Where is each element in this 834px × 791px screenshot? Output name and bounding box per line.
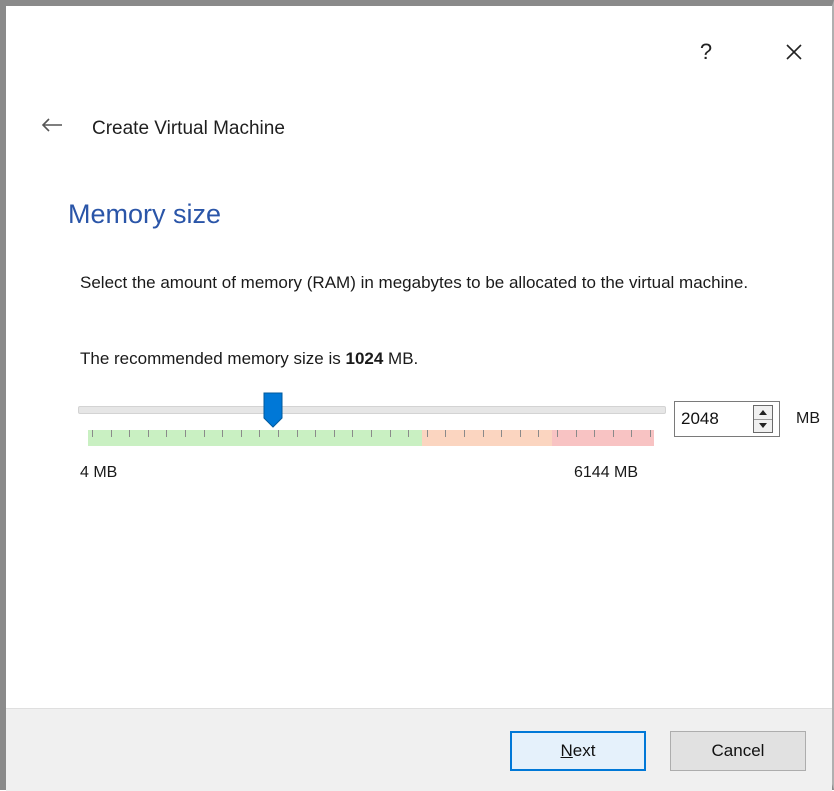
spin-down-button[interactable] [754, 418, 772, 433]
slider-tick [538, 430, 539, 437]
arrow-left-icon [41, 118, 62, 132]
slider-tick [613, 430, 614, 437]
recommended-value: 1024 [345, 349, 384, 368]
slider-tick [371, 430, 372, 437]
description-text: Select the amount of memory (RAM) in meg… [80, 273, 749, 292]
slider-tick [334, 430, 335, 437]
slider-tick [650, 430, 651, 437]
next-mnemonic: N [560, 741, 573, 760]
section-title: Memory size [68, 199, 222, 229]
slider-handle-shape [263, 392, 283, 428]
slider-tick [557, 430, 558, 437]
slider-tick [594, 430, 595, 437]
slider-tick [185, 430, 186, 437]
caret-down-icon [759, 423, 767, 429]
spin-buttons [753, 405, 773, 433]
create-vm-dialog: ? Create Virtual Machine Memory size Sel… [0, 0, 834, 791]
slider-tick [408, 430, 409, 437]
slider-tick [222, 430, 223, 437]
recommended-memory-text: The recommended memory size is 1024 MB. [80, 349, 418, 369]
recommend-prefix: The recommended memory size is [80, 349, 346, 368]
help-label: ? [699, 39, 713, 64]
slider-tick [445, 430, 446, 437]
slider-tick [92, 430, 93, 437]
slider-tick [315, 430, 316, 437]
slider-min-label: 4 MB [80, 464, 118, 481]
memory-spinbox[interactable] [674, 401, 780, 437]
dialog-footer: Next Cancel [6, 708, 832, 791]
memory-input[interactable] [681, 404, 749, 434]
slider-tick [427, 430, 428, 437]
close-icon [786, 44, 802, 60]
slider-tick [148, 430, 149, 437]
slider-tick [241, 430, 242, 437]
slider-tick [129, 430, 130, 437]
slider-tick [483, 430, 484, 437]
dialog-title: Create Virtual Machine [92, 118, 285, 139]
recommend-suffix: MB. [383, 349, 419, 368]
next-button[interactable]: Next [510, 731, 646, 771]
slider-tick [464, 430, 465, 437]
caret-up-icon [759, 409, 767, 415]
slider-tick [501, 430, 502, 437]
slider-tick [259, 430, 260, 437]
slider-tick [204, 430, 205, 437]
slider-ticks [88, 430, 654, 437]
slider-tick [166, 430, 167, 437]
next-label-rest: ext [572, 741, 596, 760]
slider-tick [520, 430, 521, 437]
slider-track[interactable] [78, 406, 666, 414]
slider-tick [111, 430, 112, 437]
slider-tick [390, 430, 391, 437]
spin-up-button[interactable] [754, 406, 772, 419]
slider-tick [278, 430, 279, 437]
slider-tick [352, 430, 353, 437]
help-button[interactable]: ? [686, 32, 726, 72]
slider-tick [297, 430, 298, 437]
memory-unit-label: MB [796, 410, 820, 427]
slider-max-label: 6144 MB [574, 464, 639, 481]
memory-slider[interactable] [78, 392, 666, 450]
close-button[interactable] [774, 32, 814, 72]
slider-tick [576, 430, 577, 437]
cancel-button[interactable]: Cancel [670, 731, 806, 771]
slider-tick [631, 430, 632, 437]
slider-handle[interactable] [263, 392, 283, 428]
back-button[interactable] [34, 110, 70, 140]
